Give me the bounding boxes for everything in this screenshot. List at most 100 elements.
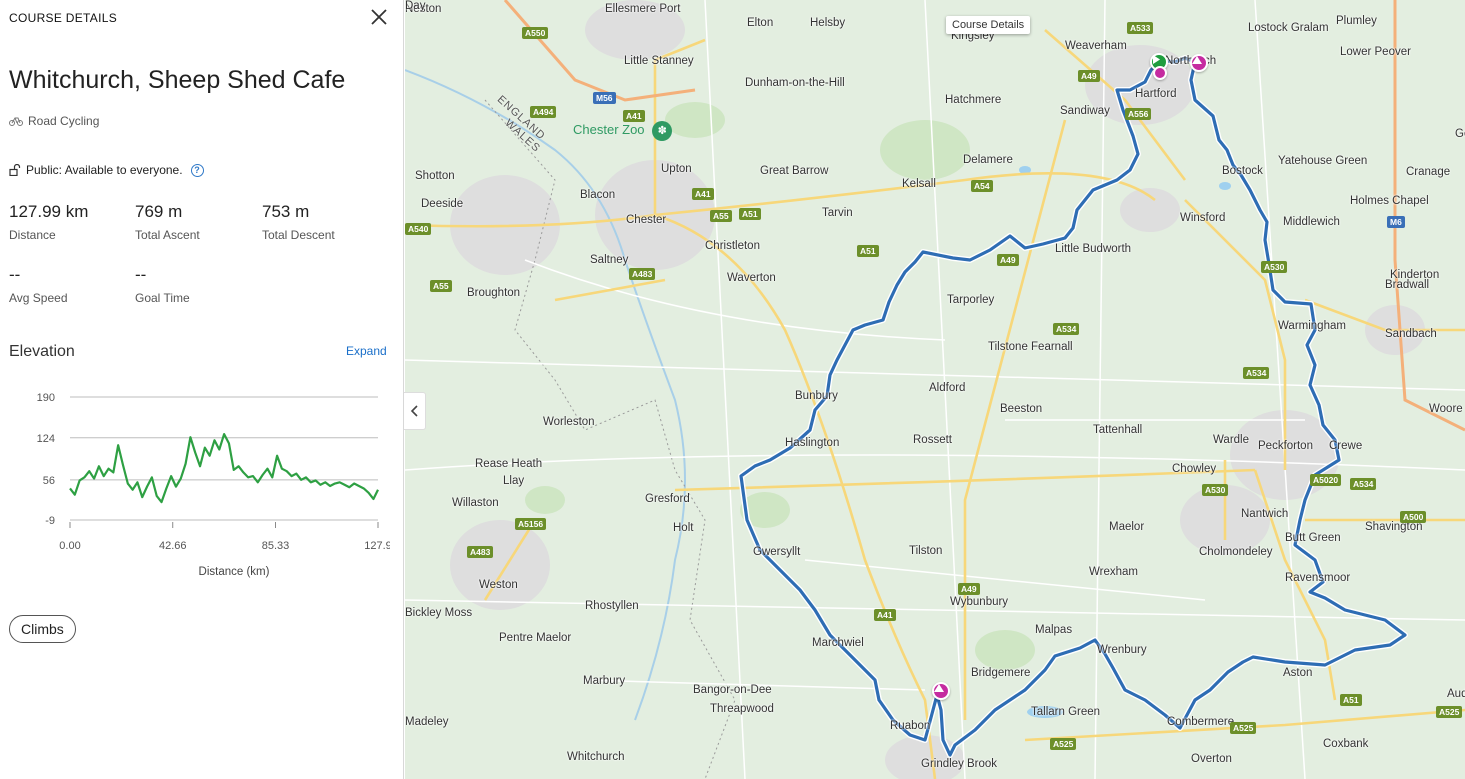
elevation-series-line — [69, 432, 379, 504]
place-label: Rossett — [913, 434, 952, 446]
road-number-badge: A55 — [710, 210, 732, 222]
place-label: Coxbank — [1323, 738, 1369, 750]
place-label: Aldford — [929, 382, 966, 394]
road-number-badge: A550 — [522, 27, 549, 39]
x-tick-label: 127.9 — [364, 540, 390, 552]
place-label: Great Barrow — [760, 165, 829, 177]
place-label: Marchwiel — [812, 637, 864, 649]
privacy-label: Public: Available to everyone. — [26, 163, 183, 177]
road-number-badge: A49 — [997, 254, 1019, 266]
place-label: Bangor-on-Dee — [693, 684, 772, 696]
place-label: Delamere — [963, 154, 1013, 166]
place-label: Dunham-on-the-Hill — [745, 77, 845, 89]
y-tick-label: 56 — [43, 475, 55, 487]
place-label: Bunbury — [795, 390, 838, 402]
place-label: Sandiway — [1060, 105, 1110, 117]
place-label: Tallarn Green — [1031, 706, 1101, 718]
place-label: Audlem — [1447, 688, 1465, 700]
stat-value: 753 m — [262, 202, 310, 221]
y-tick-label: -9 — [45, 515, 55, 527]
place-label: Hatchmere — [945, 94, 1002, 106]
stat-avg-speed: -- Avg Speed — [9, 265, 68, 305]
climb-marker[interactable] — [932, 682, 950, 700]
place-label: Grindley Brook — [921, 758, 998, 770]
place-label: Malpas — [1035, 624, 1073, 636]
place-label: Llay — [503, 475, 525, 487]
place-label: Rease Heath — [475, 458, 543, 470]
place-label: Tilston — [909, 545, 943, 557]
map-view[interactable]: Neston Ellesmere Port Elton Helsby Kingsley W… — [405, 0, 1465, 779]
road-number-badge: A51 — [1340, 694, 1362, 706]
road-number-badge: A483 — [467, 546, 494, 558]
road-number-badge: A49 — [1078, 70, 1100, 82]
close-button[interactable] — [368, 6, 390, 28]
road-number-badge: A533 — [1127, 22, 1154, 34]
place-label: Bostock — [1222, 165, 1263, 177]
course-details-tooltip: Course Details — [946, 16, 1031, 34]
place-label: Aston — [1283, 667, 1313, 679]
place-label: Combermere — [1167, 716, 1235, 728]
zoo-label: Chester Zoo — [573, 122, 645, 137]
road-number-badge: A534 — [1243, 367, 1270, 379]
stat-total-ascent: 769 m Total Ascent — [135, 202, 200, 242]
mountain-icon — [934, 684, 944, 692]
place-label: Haslington — [785, 437, 840, 449]
road-number-badge: A534 — [1053, 323, 1080, 335]
place-label: Rhostyllen — [585, 600, 639, 612]
stat-value: 127.99 km — [9, 202, 89, 221]
stat-goal-time: -- Goal Time — [135, 265, 190, 305]
course-name: Whitchurch, Sheep Shed Cafe — [9, 66, 346, 94]
place-label: Middlewich — [1283, 216, 1340, 228]
place-label: Madeley — [405, 716, 449, 728]
place-label: Tarporley — [947, 294, 995, 306]
paw-icon: ✽ — [652, 121, 673, 141]
stat-value: -- — [9, 265, 21, 284]
climbs-button[interactable]: Climbs — [9, 615, 76, 643]
x-tick-label: 42.66 — [159, 540, 187, 552]
place-label: Christleton — [705, 240, 760, 252]
road-number-badge: A540 — [405, 223, 432, 235]
mountain-icon — [1192, 56, 1202, 64]
stat-label: Avg Speed — [9, 291, 68, 305]
stat-distance: 127.99 km Distance — [9, 202, 88, 242]
place-label: Chester — [626, 214, 667, 226]
privacy-status: Public: Available to everyone. ? — [9, 163, 204, 177]
place-label: Kelsall — [902, 178, 936, 190]
place-label: Tilstone Fearnall — [988, 341, 1073, 353]
x-tick-label: 85.33 — [262, 540, 290, 552]
road-number-badge: A530 — [1202, 484, 1229, 496]
place-label: Crewe — [1329, 440, 1363, 452]
place-label: Pentre Maelor — [499, 632, 572, 644]
place-label: Tattenhall — [1093, 424, 1143, 436]
road-number-badge: A530 — [1261, 261, 1288, 273]
stat-value: -- — [135, 265, 147, 284]
place-label: Nantwich — [1241, 508, 1289, 520]
place-label: Plumley — [1336, 15, 1377, 27]
place-label: Cranage — [1406, 166, 1451, 178]
close-icon — [371, 9, 387, 25]
expand-link[interactable]: Expand — [346, 344, 387, 358]
place-label: Beeston — [1000, 403, 1043, 415]
road-number-badge: A525 — [1436, 706, 1463, 718]
stat-total-descent: 753 m Total Descent — [262, 202, 335, 242]
place-label: Gresford — [645, 493, 690, 505]
chester-zoo-label[interactable]: Chester Zoo ✽ — [573, 121, 673, 141]
elevation-chart[interactable]: 190 124 56 -9 0.00 42.66 85.33 127.9 Distance (k… — [30, 385, 390, 585]
place-label: Gwersyllt — [753, 546, 801, 558]
finish-marker[interactable] — [1153, 66, 1167, 80]
y-tick-label: 190 — [37, 392, 55, 404]
place-label: Day — [405, 0, 426, 12]
place-label: Lostock Gralam — [1248, 22, 1329, 34]
place-label: Winsford — [1180, 212, 1226, 224]
climb-marker[interactable] — [1190, 54, 1208, 72]
place-label: Worleston — [543, 416, 595, 428]
collapse-panel-button[interactable] — [404, 392, 426, 430]
place-label: Goostrey — [1455, 128, 1465, 140]
stat-label: Total Ascent — [135, 228, 200, 242]
road-number-badge: A500 — [1400, 511, 1427, 523]
unlock-icon — [9, 164, 21, 176]
place-label: Waverton — [727, 272, 776, 284]
place-label: Hartford — [1135, 88, 1177, 100]
place-label: Maelor — [1109, 521, 1145, 533]
help-icon[interactable]: ? — [190, 163, 204, 177]
